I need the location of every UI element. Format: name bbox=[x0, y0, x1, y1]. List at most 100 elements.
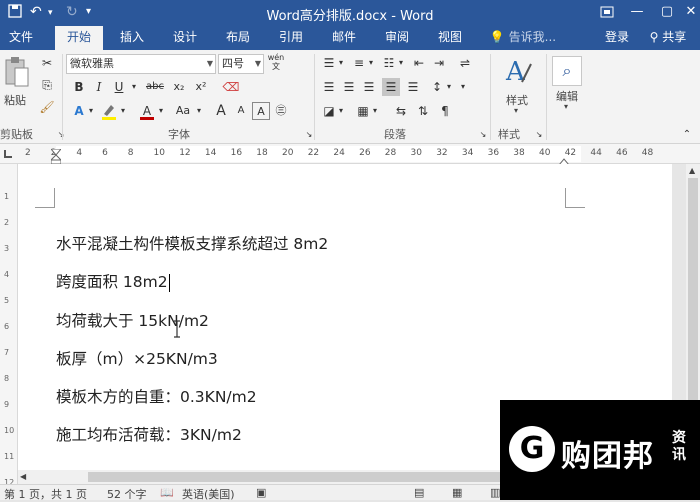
tab-references[interactable]: 引用 bbox=[271, 26, 311, 50]
distributed-icon[interactable]: ☰ bbox=[404, 78, 422, 96]
close-button[interactable]: ✕ bbox=[680, 2, 700, 22]
justify-icon[interactable]: ☰ bbox=[382, 78, 400, 96]
document-line[interactable]: 板厚（m）×25KN/m3 bbox=[56, 347, 218, 369]
cut-icon[interactable]: ✂ bbox=[38, 54, 56, 72]
crop-mark-right bbox=[565, 188, 585, 208]
vruler-number: 1 bbox=[4, 192, 10, 201]
subscript-button[interactable]: x₂ bbox=[170, 78, 188, 96]
grow-font-button[interactable]: A bbox=[212, 102, 230, 120]
signin-link[interactable]: 登录 bbox=[600, 26, 634, 50]
font-color-button[interactable]: A bbox=[138, 102, 156, 120]
web-layout-icon[interactable]: ▥ bbox=[490, 486, 500, 499]
italic-button[interactable]: I bbox=[90, 78, 108, 96]
multilevel-dropdown-icon[interactable]: ▾ bbox=[396, 54, 406, 72]
strikethrough-button[interactable]: abc bbox=[144, 78, 166, 96]
chinese-layout-icon[interactable]: ⇆ bbox=[392, 102, 410, 120]
tab-layout[interactable]: 布局 bbox=[218, 26, 258, 50]
macro-icon[interactable]: ▣ bbox=[256, 486, 266, 499]
separator bbox=[490, 54, 491, 140]
horizontal-ruler[interactable]: 2 2 4 6 8 10 12 14 16 18 20 22 24 26 28 30 32 34 36 38 40 42 4… bbox=[18, 144, 700, 166]
change-case-dropdown-icon[interactable]: ▾ bbox=[194, 102, 204, 120]
paste-icon[interactable] bbox=[4, 56, 30, 90]
proofing-icon[interactable]: 📖 bbox=[160, 486, 174, 499]
minimize-button[interactable]: — bbox=[626, 2, 648, 22]
styles-icon[interactable]: A bbox=[504, 56, 534, 87]
circle-char-button[interactable]: ㊂ bbox=[272, 102, 290, 120]
read-mode-icon[interactable]: ▤ bbox=[414, 486, 424, 499]
search-icon[interactable]: ⌕ bbox=[552, 56, 582, 86]
scroll-left-icon[interactable]: ◀ bbox=[20, 472, 26, 481]
format-painter-icon[interactable]: 🖌 bbox=[38, 98, 56, 116]
tab-file[interactable]: 文件 bbox=[0, 26, 42, 50]
bold-button[interactable]: B bbox=[70, 78, 88, 96]
show-marks-icon[interactable]: ¶ bbox=[436, 102, 454, 120]
shrink-font-button[interactable]: A bbox=[232, 102, 250, 120]
text-effects-dropdown-icon[interactable]: ▾ bbox=[86, 102, 96, 120]
document-line[interactable]: 施工均布活荷载：3KN/m2 bbox=[56, 423, 242, 445]
highlight-dropdown-icon[interactable]: ▾ bbox=[118, 102, 128, 120]
change-case-button[interactable]: Aa bbox=[172, 102, 194, 120]
extra-dropdown-icon[interactable]: ▾ bbox=[458, 78, 468, 96]
font-group-label: 字体 bbox=[168, 128, 190, 141]
document-line[interactable]: 跨度面积 18m2 bbox=[56, 270, 170, 292]
decrease-indent-icon[interactable]: ⇤ bbox=[410, 54, 428, 72]
tab-home[interactable]: 开始 bbox=[55, 26, 103, 50]
align-center-icon[interactable]: ☰ bbox=[340, 78, 358, 96]
scrollbar-thumb[interactable] bbox=[688, 178, 698, 418]
maximize-icon[interactable]: ▢ bbox=[656, 2, 678, 22]
hscrollbar-thumb[interactable] bbox=[88, 472, 508, 482]
print-layout-icon[interactable]: ▦ bbox=[452, 486, 462, 499]
collapse-ribbon-icon[interactable]: ⌃ bbox=[678, 126, 696, 144]
numbering-dropdown-icon[interactable]: ▾ bbox=[366, 54, 376, 72]
font-size-combo[interactable]: 四号 ▼ bbox=[218, 54, 264, 74]
document-line[interactable]: 均荷载大于 15kN/m2 bbox=[56, 309, 209, 331]
tab-selector[interactable] bbox=[0, 144, 18, 164]
align-right-icon[interactable]: ☰ bbox=[360, 78, 378, 96]
ruler-number: 2 bbox=[25, 148, 31, 158]
superscript-button[interactable]: x² bbox=[192, 78, 210, 96]
ruler-number: 26 bbox=[359, 148, 371, 158]
increase-indent-icon[interactable]: ⇥ bbox=[430, 54, 448, 72]
shading-dropdown-icon[interactable]: ▾ bbox=[336, 102, 346, 120]
watermark-circle: G bbox=[509, 426, 555, 472]
separator bbox=[62, 54, 63, 140]
tab-review[interactable]: 审阅 bbox=[377, 26, 417, 50]
first-line-indent-marker[interactable] bbox=[49, 144, 63, 156]
clear-formatting-icon[interactable]: ⌫ bbox=[222, 78, 240, 96]
font-color-dropdown-icon[interactable]: ▾ bbox=[156, 102, 166, 120]
tab-design[interactable]: 设计 bbox=[165, 26, 205, 50]
scroll-up-icon[interactable]: ▲ bbox=[689, 166, 695, 175]
document-line[interactable]: 模板木方的自重：0.3KN/m2 bbox=[56, 385, 257, 407]
tab-mailings[interactable]: 邮件 bbox=[324, 26, 364, 50]
sort-icon[interactable]: ⇅ bbox=[414, 102, 432, 120]
line-spacing-dropdown-icon[interactable]: ▾ bbox=[444, 78, 454, 96]
hanging-indent-marker[interactable] bbox=[49, 154, 63, 165]
borders-dropdown-icon[interactable]: ▾ bbox=[370, 102, 380, 120]
vertical-ruler[interactable]: 1 2 3 4 5 6 7 8 9 10 11 12 bbox=[0, 164, 18, 487]
tab-view[interactable]: 视图 bbox=[430, 26, 470, 50]
font-name-combo[interactable]: 微软雅黑 ▼ bbox=[66, 54, 216, 74]
tell-me-box[interactable]: 💡 告诉我... bbox=[488, 26, 558, 50]
chevron-down-icon[interactable]: ▾ bbox=[514, 106, 518, 115]
title-bar: ↶ ▾ ↻ ▾ Word高分排版.docx - Word — ▢ ✕ bbox=[0, 0, 700, 26]
right-indent-marker[interactable] bbox=[557, 154, 571, 166]
font-launcher-icon[interactable]: ↘ bbox=[300, 126, 318, 144]
align-left-icon[interactable]: ☰ bbox=[320, 78, 338, 96]
tab-insert[interactable]: 插入 bbox=[112, 26, 152, 50]
char-border-button[interactable]: A bbox=[252, 102, 270, 120]
bullets-dropdown-icon[interactable]: ▾ bbox=[336, 54, 346, 72]
share-button[interactable]: ⚲ 共享 bbox=[640, 26, 696, 50]
asian-layout-icon[interactable]: ⇌ bbox=[456, 54, 474, 72]
underline-button[interactable]: U bbox=[110, 78, 128, 96]
underline-dropdown-icon[interactable]: ▾ bbox=[128, 78, 140, 96]
clipboard-launcher-icon[interactable]: ↘ bbox=[52, 126, 70, 144]
chevron-down-icon: ▼ bbox=[254, 59, 261, 68]
paste-button-label[interactable]: 粘贴 bbox=[4, 92, 26, 108]
document-line[interactable]: 水平混凝土构件模板支撑系统超过 8m2 bbox=[56, 232, 328, 254]
restore-icon[interactable] bbox=[596, 2, 618, 22]
copy-icon[interactable]: ⎘ bbox=[38, 76, 56, 94]
highlight-icon[interactable] bbox=[100, 102, 118, 120]
phonetic-guide-button[interactable]: wén 文 bbox=[266, 53, 286, 71]
chevron-down-icon[interactable]: ▾ bbox=[564, 102, 568, 111]
clipboard-group-label: 剪贴板 bbox=[0, 128, 33, 141]
